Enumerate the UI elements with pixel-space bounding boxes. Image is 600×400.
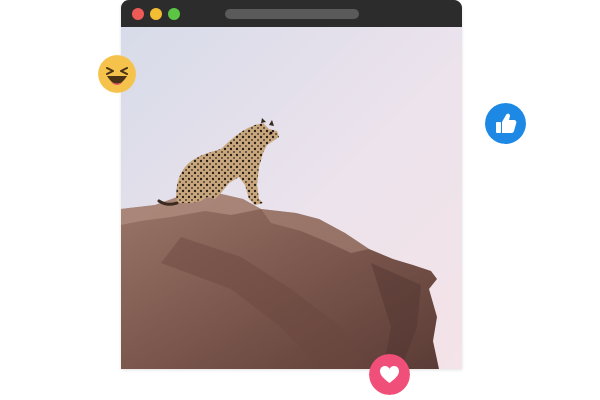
stage: [0, 0, 600, 400]
laughing-emoji-icon: [98, 55, 136, 93]
minimize-window-button[interactable]: [150, 8, 162, 20]
maximize-window-button[interactable]: [168, 8, 180, 20]
window-titlebar: [121, 0, 462, 27]
leopard-photo: [121, 27, 462, 369]
close-window-button[interactable]: [132, 8, 144, 20]
heart-icon: [369, 354, 410, 395]
address-bar[interactable]: [225, 9, 359, 19]
browser-window: [121, 0, 462, 369]
thumbs-up-icon: [485, 103, 526, 144]
